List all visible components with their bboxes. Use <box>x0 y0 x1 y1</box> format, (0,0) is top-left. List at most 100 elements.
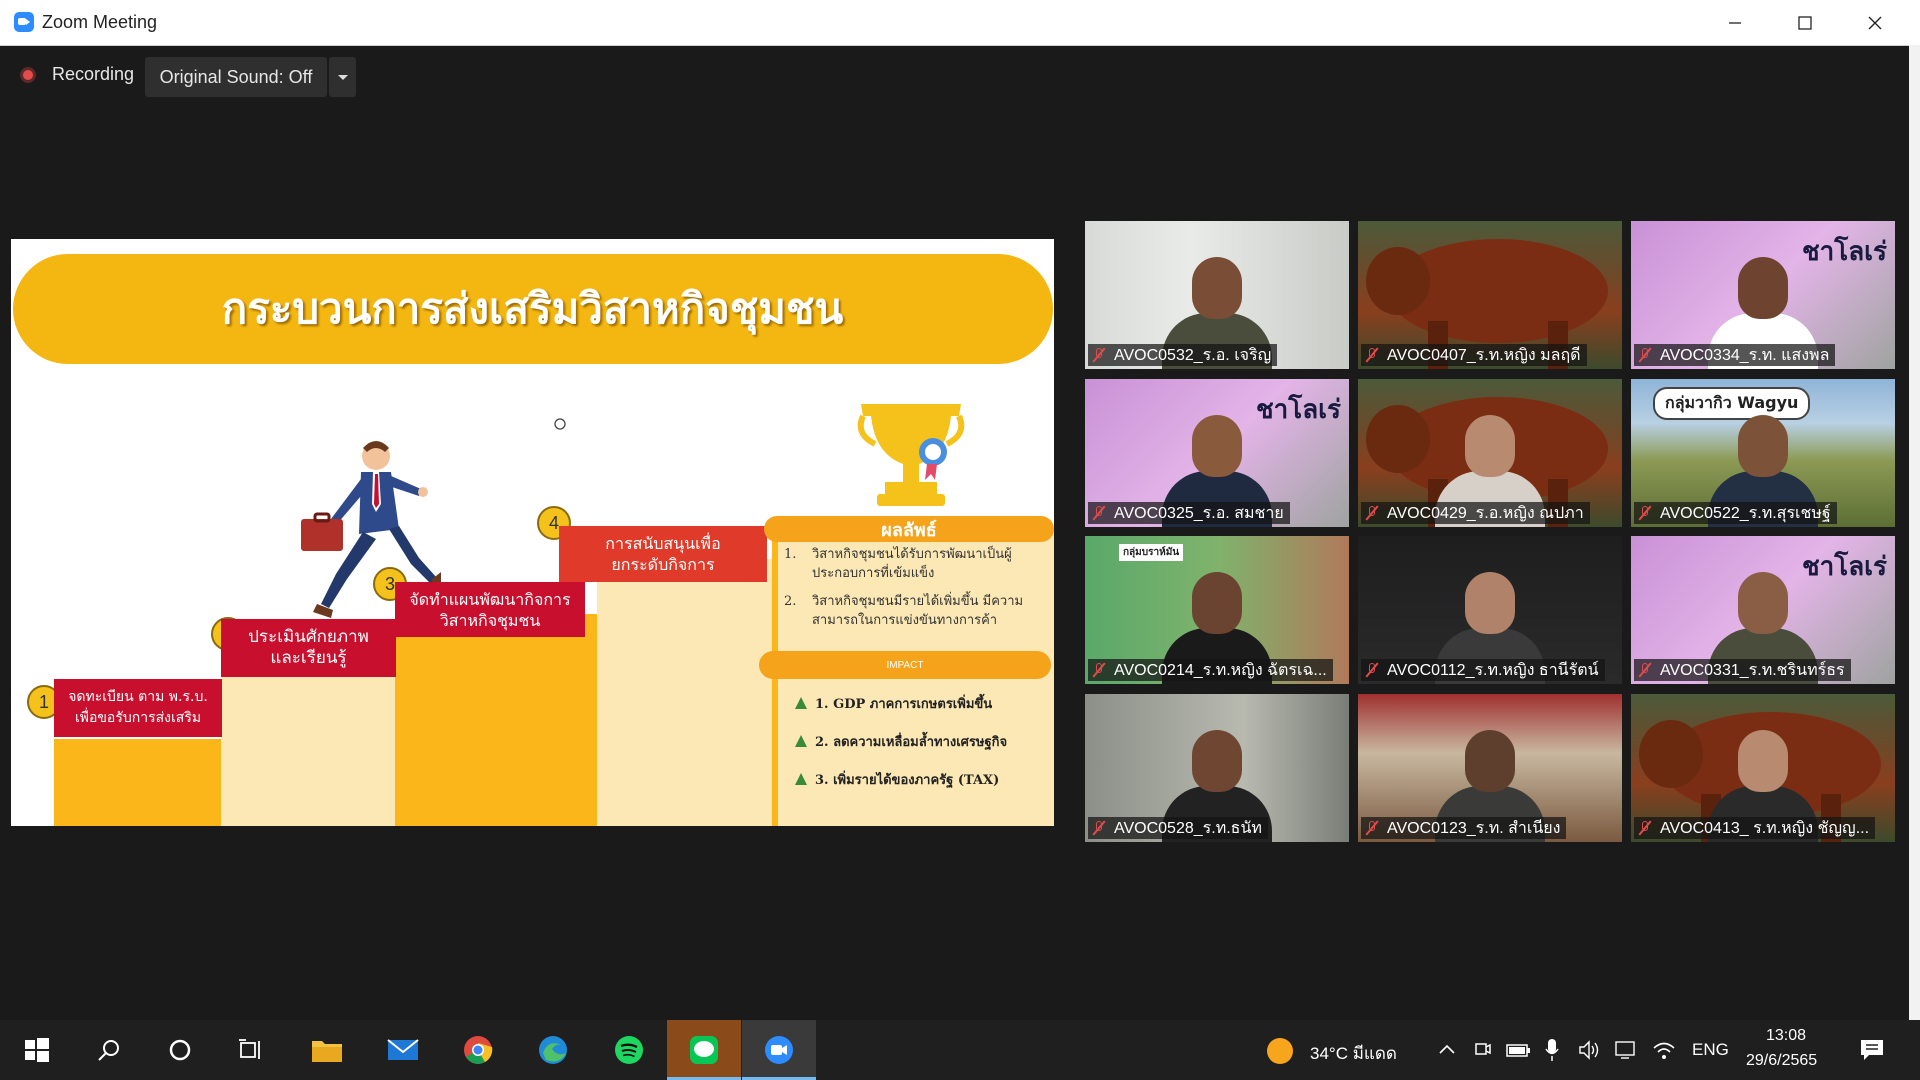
participant-head <box>1192 730 1242 792</box>
windows-logo-icon <box>25 1038 49 1062</box>
participant-name: AVOC0522_ร.ท.สุรเชษฐ์ <box>1660 504 1831 522</box>
impact-heading: IMPACT <box>759 651 1051 679</box>
participant-head <box>1465 415 1515 477</box>
participant-video-tile[interactable]: AVOC0112_ร.ท.หญิง ธานีรัตน์ <box>1358 536 1622 684</box>
recording-indicator[interactable]: Recording <box>20 64 134 85</box>
edge-button[interactable] <box>516 1020 590 1080</box>
participant-name: AVOC0407_ร.ท.หญิง มลฤดี <box>1387 346 1581 364</box>
cortana-button[interactable] <box>143 1020 217 1080</box>
mic-muted-icon <box>1365 662 1379 678</box>
mail-button[interactable] <box>366 1020 440 1080</box>
slide-title: กระบวนการส่งเสริมวิสาหกิจชุมชน <box>221 284 844 333</box>
impact-item: 1. GDP ภาคการเกษตรเพิ่มขึ้น <box>795 684 1050 722</box>
participant-nameplate: AVOC0334_ร.ท. แสงพล <box>1634 344 1836 366</box>
shared-slide: กระบวนการส่งเสริมวิสาหกิจชุมชน 1 จดทะเบี… <box>11 239 1054 826</box>
participant-name: AVOC0528_ร.ท.ธนัท <box>1114 819 1262 837</box>
participant-video-tile[interactable]: AVOC0413_ ร.ท.หญิง ชัญญ... <box>1631 694 1895 842</box>
language-indicator[interactable]: ENG <box>1692 1040 1729 1060</box>
zoom-app-icon <box>765 1036 793 1064</box>
spotify-icon <box>615 1036 643 1064</box>
participant-head <box>1738 572 1788 634</box>
participant-video-tile[interactable]: กลุ่มวากิว Wagyu AVOC0522_ร.ท.สุรเชษฐ์ <box>1631 379 1895 527</box>
participant-nameplate: AVOC0532_ร.อ. เจริญ <box>1088 344 1278 366</box>
microphone-icon[interactable] <box>1544 1038 1560 1062</box>
results-list: 1. วิสาหกิจชุมชนได้รับการพัฒนาเป็นผู้ประ… <box>776 545 1051 639</box>
notification-icon[interactable] <box>1859 1038 1885 1062</box>
line-button[interactable] <box>667 1020 741 1080</box>
mail-icon <box>387 1039 419 1060</box>
start-button[interactable] <box>0 1020 74 1080</box>
step-label-4: การสนับสนุนเพื่อ ยกระดับกิจการ <box>559 526 767 582</box>
cortana-circle-icon <box>169 1039 191 1061</box>
participant-head <box>1738 730 1788 792</box>
maximize-button[interactable] <box>1770 0 1840 45</box>
mic-muted-icon <box>1092 662 1106 678</box>
mic-muted-icon <box>1365 347 1379 363</box>
meet-now-icon[interactable] <box>1474 1040 1492 1060</box>
triangle-icon <box>795 697 807 709</box>
recording-dot-icon <box>20 66 36 83</box>
close-button[interactable] <box>1840 0 1910 45</box>
display-settings-icon[interactable] <box>1614 1038 1638 1062</box>
participant-video-tile[interactable]: AVOC0532_ร.อ. เจริญ <box>1085 221 1349 369</box>
chrome-icon <box>464 1036 493 1064</box>
participant-video-tile[interactable]: กลุ่มบราห์มัน AVOC0214_ร.ท.หญิง ฉัตรเฉ... <box>1085 536 1349 684</box>
step-label-1: จดทะเบียน ตาม พ.ร.บ. เพื่อขอรับการส่งเสร… <box>54 679 222 737</box>
chevron-up-icon[interactable] <box>1438 1042 1456 1056</box>
participant-video-tile[interactable]: AVOC0123_ร.ท. สำเนียง <box>1358 694 1622 842</box>
chrome-button[interactable] <box>441 1020 515 1080</box>
mic-muted-icon <box>1638 820 1652 836</box>
search-button[interactable] <box>72 1020 146 1080</box>
task-view-button[interactable] <box>214 1020 288 1080</box>
participant-name: AVOC0325_ร.อ. สมชาย <box>1114 504 1284 522</box>
participant-video-tile[interactable]: AVOC0429_ร.อ.หญิง ณปภา <box>1358 379 1622 527</box>
mic-muted-icon <box>1092 505 1106 521</box>
mic-muted-icon <box>1638 662 1652 678</box>
original-sound-dropdown[interactable] <box>329 57 356 97</box>
participant-video-tile[interactable]: ชาโลเร่ AVOC0334_ร.ท. แสงพล <box>1631 221 1895 369</box>
impact-list: 1. GDP ภาคการเกษตรเพิ่มขึ้น 2. ลดความเหล… <box>795 684 1050 798</box>
mic-muted-icon <box>1092 820 1106 836</box>
clock-date[interactable]: 29/6/2565 <box>1746 1052 1817 1070</box>
minimize-icon <box>1729 21 1741 24</box>
clock-time[interactable]: 13:08 <box>1766 1027 1806 1045</box>
participant-name: AVOC0123_ร.ท. สำเนียง <box>1387 819 1561 837</box>
battery-icon[interactable] <box>1506 1042 1532 1058</box>
spotify-button[interactable] <box>592 1020 666 1080</box>
zoom-taskbar-button[interactable] <box>742 1020 816 1080</box>
participant-name: AVOC0334_ร.ท. แสงพล <box>1660 346 1830 364</box>
mic-muted-icon <box>1092 347 1106 363</box>
wifi-icon[interactable] <box>1652 1038 1676 1062</box>
participant-nameplate: AVOC0522_ร.ท.สุรเชษฐ์ <box>1634 502 1837 524</box>
participant-head <box>1192 572 1242 634</box>
participant-nameplate: AVOC0123_ร.ท. สำเนียง <box>1361 817 1567 839</box>
participant-head <box>1192 415 1242 477</box>
step-label-2: ประเมินศักยภาพ และเรียนรู้ <box>221 619 396 677</box>
impact-item: 3. เพิ่มรายได้ของภาครัฐ (TAX) <box>795 760 1050 798</box>
participant-video-tile[interactable]: AVOC0528_ร.ท.ธนัท <box>1085 694 1349 842</box>
participant-name: AVOC0331_ร.ท.ชรินทร์ธร <box>1660 661 1845 679</box>
participant-video-tile[interactable]: AVOC0407_ร.ท.หญิง มลฤดี <box>1358 221 1622 369</box>
file-explorer-button[interactable] <box>290 1020 364 1080</box>
participant-nameplate: AVOC0214_ร.ท.หญิง ฉัตรเฉ... <box>1088 659 1333 681</box>
folder-icon <box>312 1041 342 1062</box>
mic-muted-icon <box>1638 347 1652 363</box>
participant-nameplate: AVOC0413_ ร.ท.หญิง ชัญญ... <box>1634 817 1876 839</box>
step-column-4 <box>597 559 773 826</box>
participant-name: AVOC0413_ ร.ท.หญิง ชัญญ... <box>1660 819 1870 837</box>
line-icon <box>690 1036 718 1064</box>
minimize-button[interactable] <box>1700 0 1770 45</box>
original-sound-button[interactable]: Original Sound: Off <box>145 57 327 97</box>
volume-icon[interactable] <box>1578 1040 1600 1060</box>
participant-nameplate: AVOC0331_ร.ท.ชรินทร์ธร <box>1634 659 1851 681</box>
close-icon <box>1868 16 1882 29</box>
mic-muted-icon <box>1365 820 1379 836</box>
participant-video-tile[interactable]: ชาโลเร่ AVOC0325_ร.อ. สมชาย <box>1085 379 1349 527</box>
recording-label: Recording <box>52 64 135 84</box>
triangle-icon <box>795 773 807 785</box>
participant-name: AVOC0214_ร.ท.หญิง ฉัตรเฉ... <box>1114 661 1327 679</box>
result-item: 2. วิสาหกิจชุมชนมีรายได้เพิ่มขึ้น มีความ… <box>784 594 1024 628</box>
participant-video-tile[interactable]: ชาโลเร่ AVOC0331_ร.ท.ชรินทร์ธร <box>1631 536 1895 684</box>
weather-text[interactable]: 34°C มีแดด <box>1310 1040 1397 1067</box>
step-column-2 <box>221 674 396 826</box>
